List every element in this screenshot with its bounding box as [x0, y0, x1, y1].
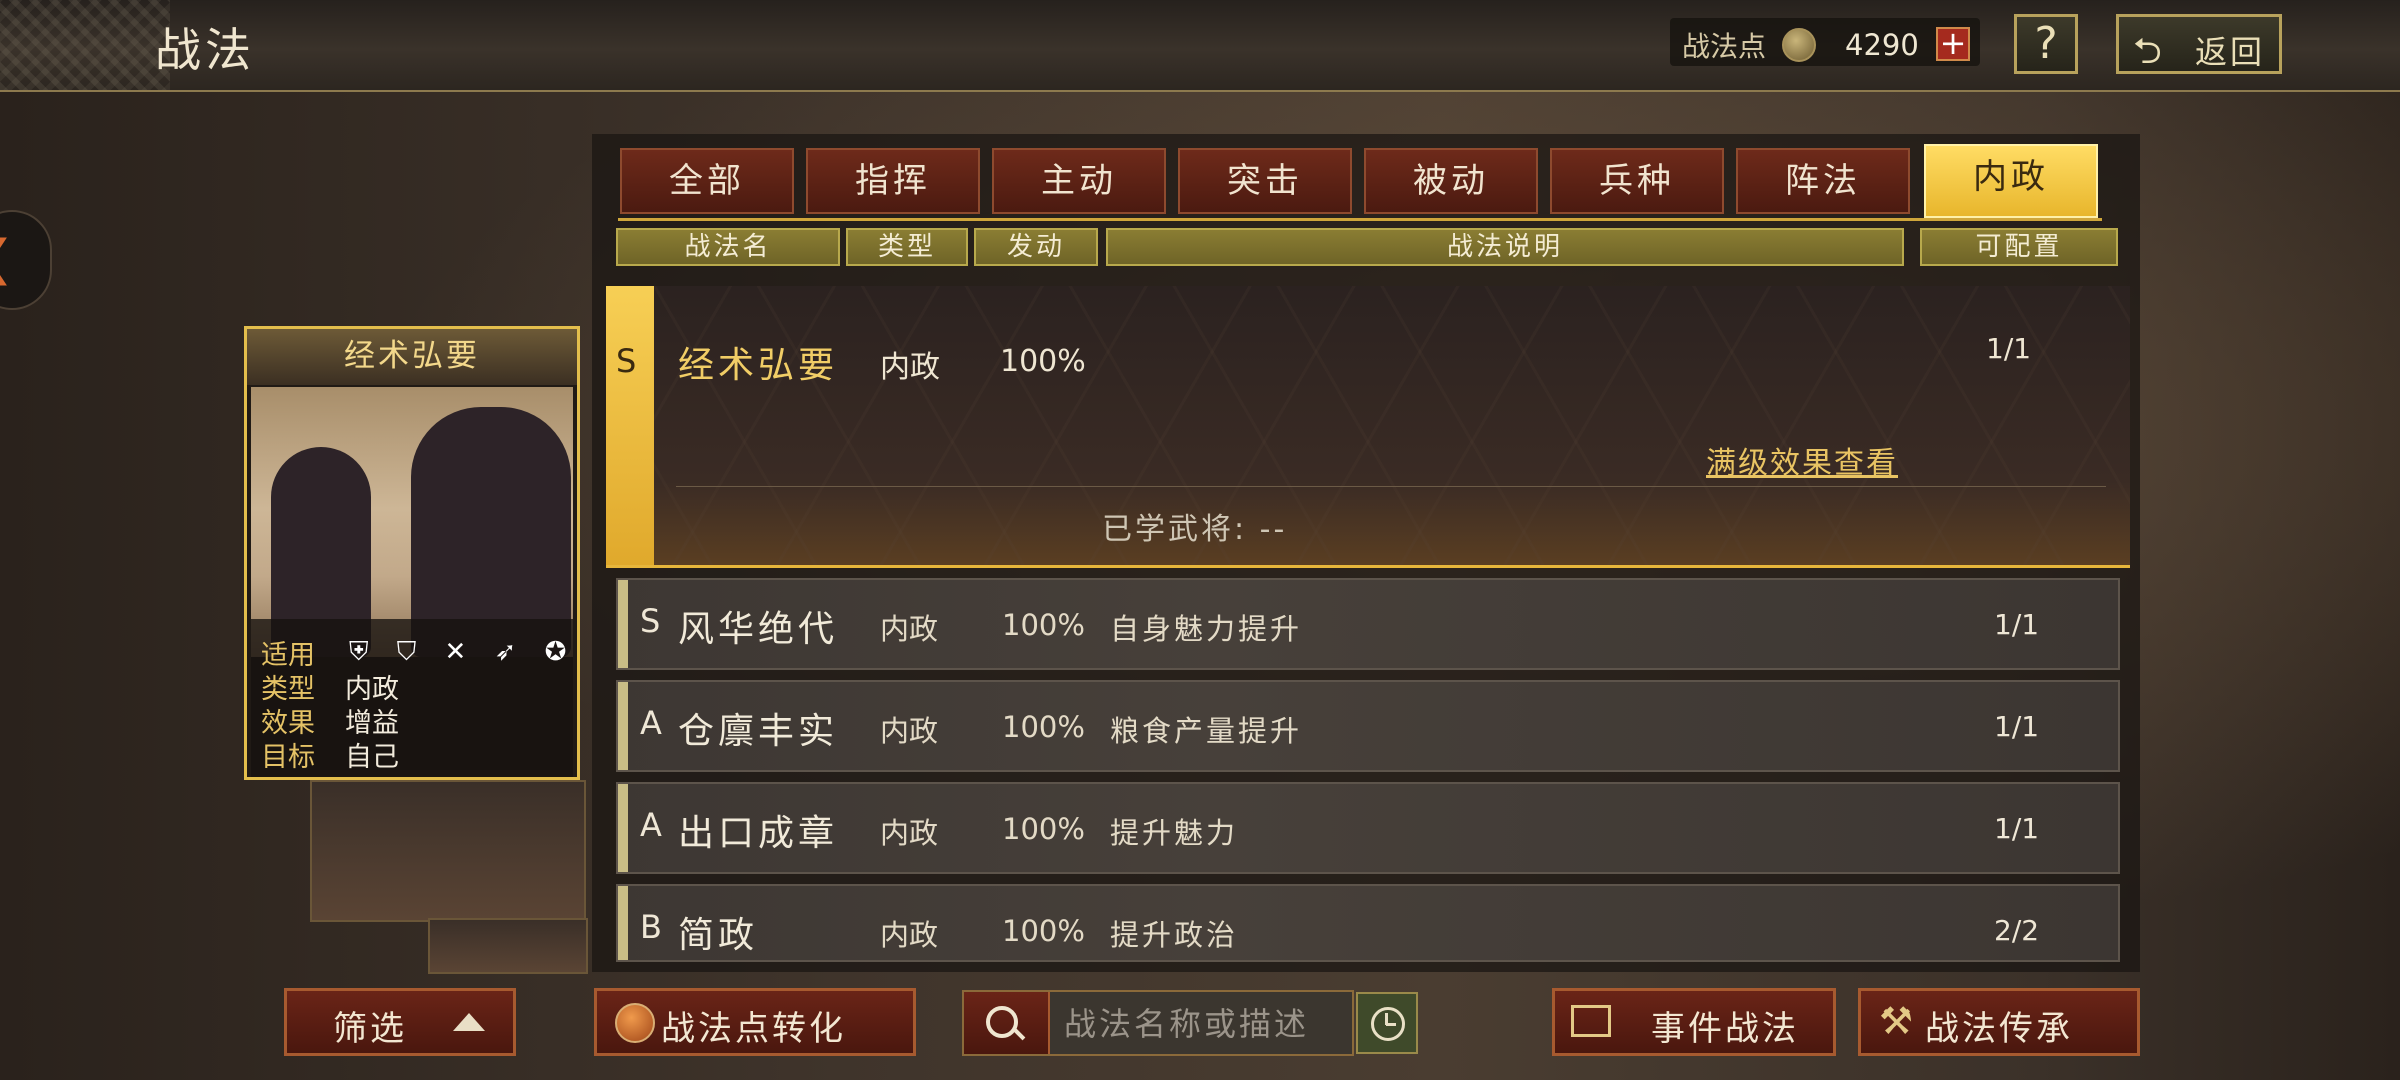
tactic-type: 内政 [880, 816, 939, 850]
side-menu-toggle[interactable]: ❮ [0, 210, 52, 310]
tactic-rate: 100% [1000, 344, 1086, 379]
divider [676, 486, 2106, 487]
fire-coin-icon [615, 1003, 655, 1043]
column-header-type: 类型 [846, 228, 968, 266]
page-title: 战法 [155, 23, 255, 77]
row-grade-bar [618, 886, 628, 960]
tactic-type: 内政 [880, 350, 940, 385]
header-pattern [0, 0, 170, 90]
tactic-config-count: 1/1 [1994, 710, 2040, 743]
tactic-points-label: 战法点 [1682, 30, 1767, 63]
card-info-row: 目标 自己 [261, 735, 399, 774]
convert-points-button[interactable]: 战法点转化 [594, 988, 916, 1056]
tactic-grade: S [640, 602, 661, 640]
card-title: 经术弘要 [247, 329, 577, 385]
tactic-grade: A [640, 704, 662, 742]
tactic-type: 内政 [880, 612, 939, 646]
row-grade-bar [618, 682, 628, 770]
history-button[interactable] [1356, 992, 1418, 1054]
triangle-up-icon [453, 1013, 485, 1031]
chevron-logo-icon: ❮ [0, 230, 14, 286]
tactic-description: 粮食产量提升 [1110, 714, 1303, 748]
search-input[interactable] [1062, 1000, 1346, 1048]
selected-tactic-row[interactable]: S 经术弘要 内政 100% 1/1 满级效果查看 已学武将: -- [606, 286, 2130, 568]
tactic-row[interactable]: A 仓廪丰实 内政 100% 粮食产量提升 1/1 [616, 680, 2120, 772]
filter-button[interactable]: 筛选 [284, 988, 516, 1056]
search-button[interactable] [964, 992, 1050, 1054]
tactic-points-value: 4290 [1845, 28, 1919, 62]
tactic-config-count: 1/1 [1994, 608, 2040, 641]
tactic-name: 简政 [678, 915, 759, 956]
tactic-name: 经术弘要 [678, 345, 839, 386]
tactic-row[interactable]: A 出口成章 内政 100% 提升魅力 1/1 [616, 782, 2120, 874]
tactic-config-count: 1/1 [1994, 812, 2040, 845]
category-tabs: 全部 指挥 主动 突击 被动 兵种 阵法 内政 [618, 144, 2102, 220]
tactic-card-preview: 经术弘要 适用 ⛨ ⛉ ✕ ➶ ✪ 类型 内政 效果 增益 目标 自己 [244, 326, 580, 780]
tab-active[interactable]: 主动 [992, 148, 1166, 214]
column-header-name: 战法名 [616, 228, 840, 266]
scroll-icon [1571, 1005, 1611, 1037]
info-key: 目标 [261, 742, 315, 773]
tactic-grade: A [640, 806, 662, 844]
tab-formation[interactable]: 阵法 [1736, 148, 1910, 214]
tab-passive[interactable]: 被动 [1364, 148, 1538, 214]
tactic-inherit-button[interactable]: ⚒ 战法传承 [1858, 988, 2140, 1056]
tab-troop[interactable]: 兵种 [1550, 148, 1724, 214]
row-grade-bar [618, 784, 628, 872]
tactic-type: 内政 [880, 714, 939, 748]
tactic-row[interactable]: B 简政 内政 100% 提升政治 2/2 [616, 884, 2120, 962]
row-grade-bar [618, 580, 628, 668]
clock-hand [1386, 1023, 1396, 1026]
event-tactics-label: 事件战法 [1651, 1009, 1799, 1049]
event-tactics-button[interactable]: 事件战法 [1552, 988, 1836, 1056]
tactic-name: 仓廪丰实 [678, 711, 839, 752]
table-header: 战法名 类型 发动 战法说明 可配置 [616, 228, 2120, 266]
tactic-rate: 100% [1002, 608, 1085, 642]
search-icon [986, 1006, 1018, 1038]
search-bar [962, 990, 1354, 1056]
back-label: 返回 [2195, 33, 2266, 71]
tab-underline [618, 218, 2102, 221]
search-icon-handle [1012, 1027, 1026, 1041]
column-header-description: 战法说明 [1106, 228, 1904, 266]
tactic-name: 出口成章 [678, 813, 839, 854]
tactic-row[interactable]: S 风华绝代 内政 100% 自身魅力提升 1/1 [616, 578, 2120, 670]
tactic-rate: 100% [1002, 914, 1085, 948]
tactic-config-count: 1/1 [1986, 332, 2032, 365]
tab-command[interactable]: 指挥 [806, 148, 980, 214]
tab-internal-affairs[interactable]: 内政 [1924, 144, 2098, 218]
learned-generals: 已学武将: -- [1102, 512, 1288, 547]
card-stack-back [428, 918, 588, 974]
help-button[interactable]: ? [2014, 14, 2078, 74]
column-header-configurable: 可配置 [1920, 228, 2118, 266]
tactic-description: 自身魅力提升 [1110, 612, 1303, 646]
tactic-grade: B [640, 908, 662, 946]
back-arrow-icon: ⮌ [2133, 31, 2162, 72]
convert-points-label: 战法点转化 [661, 1009, 846, 1049]
column-header-trigger: 发动 [974, 228, 1098, 266]
tactic-description: 提升政治 [1110, 918, 1239, 952]
hammer-icon: ⚒ [1879, 999, 1917, 1043]
card-stack-back [310, 780, 586, 922]
selection-bar [606, 286, 654, 565]
tactic-rate: 100% [1002, 710, 1085, 744]
back-button[interactable]: ⮌ 返回 [2116, 14, 2282, 74]
card-illustration [251, 387, 573, 657]
tactic-point-coin-icon [1782, 28, 1816, 62]
tactic-rate: 100% [1002, 812, 1085, 846]
tactic-type: 内政 [880, 918, 939, 952]
info-value: 自己 [345, 742, 399, 773]
filter-label: 筛选 [333, 1009, 407, 1049]
tactic-description: 提升魅力 [1110, 816, 1239, 850]
max-level-effect-link[interactable]: 满级效果查看 [1706, 438, 1898, 482]
troop-type-icons: ⛨ ⛉ ✕ ➶ ✪ [349, 637, 577, 667]
tab-assault[interactable]: 突击 [1178, 148, 1352, 214]
add-points-button[interactable]: + [1936, 27, 1970, 61]
tactic-name: 风华绝代 [678, 609, 839, 650]
tactic-config-count: 2/2 [1994, 914, 2040, 947]
tactic-grade: S [616, 342, 637, 380]
card-info-panel: 适用 ⛨ ⛉ ✕ ➶ ✪ 类型 内政 效果 增益 目标 自己 [251, 619, 573, 777]
tab-all[interactable]: 全部 [620, 148, 794, 214]
tactic-inherit-label: 战法传承 [1925, 1009, 2073, 1049]
